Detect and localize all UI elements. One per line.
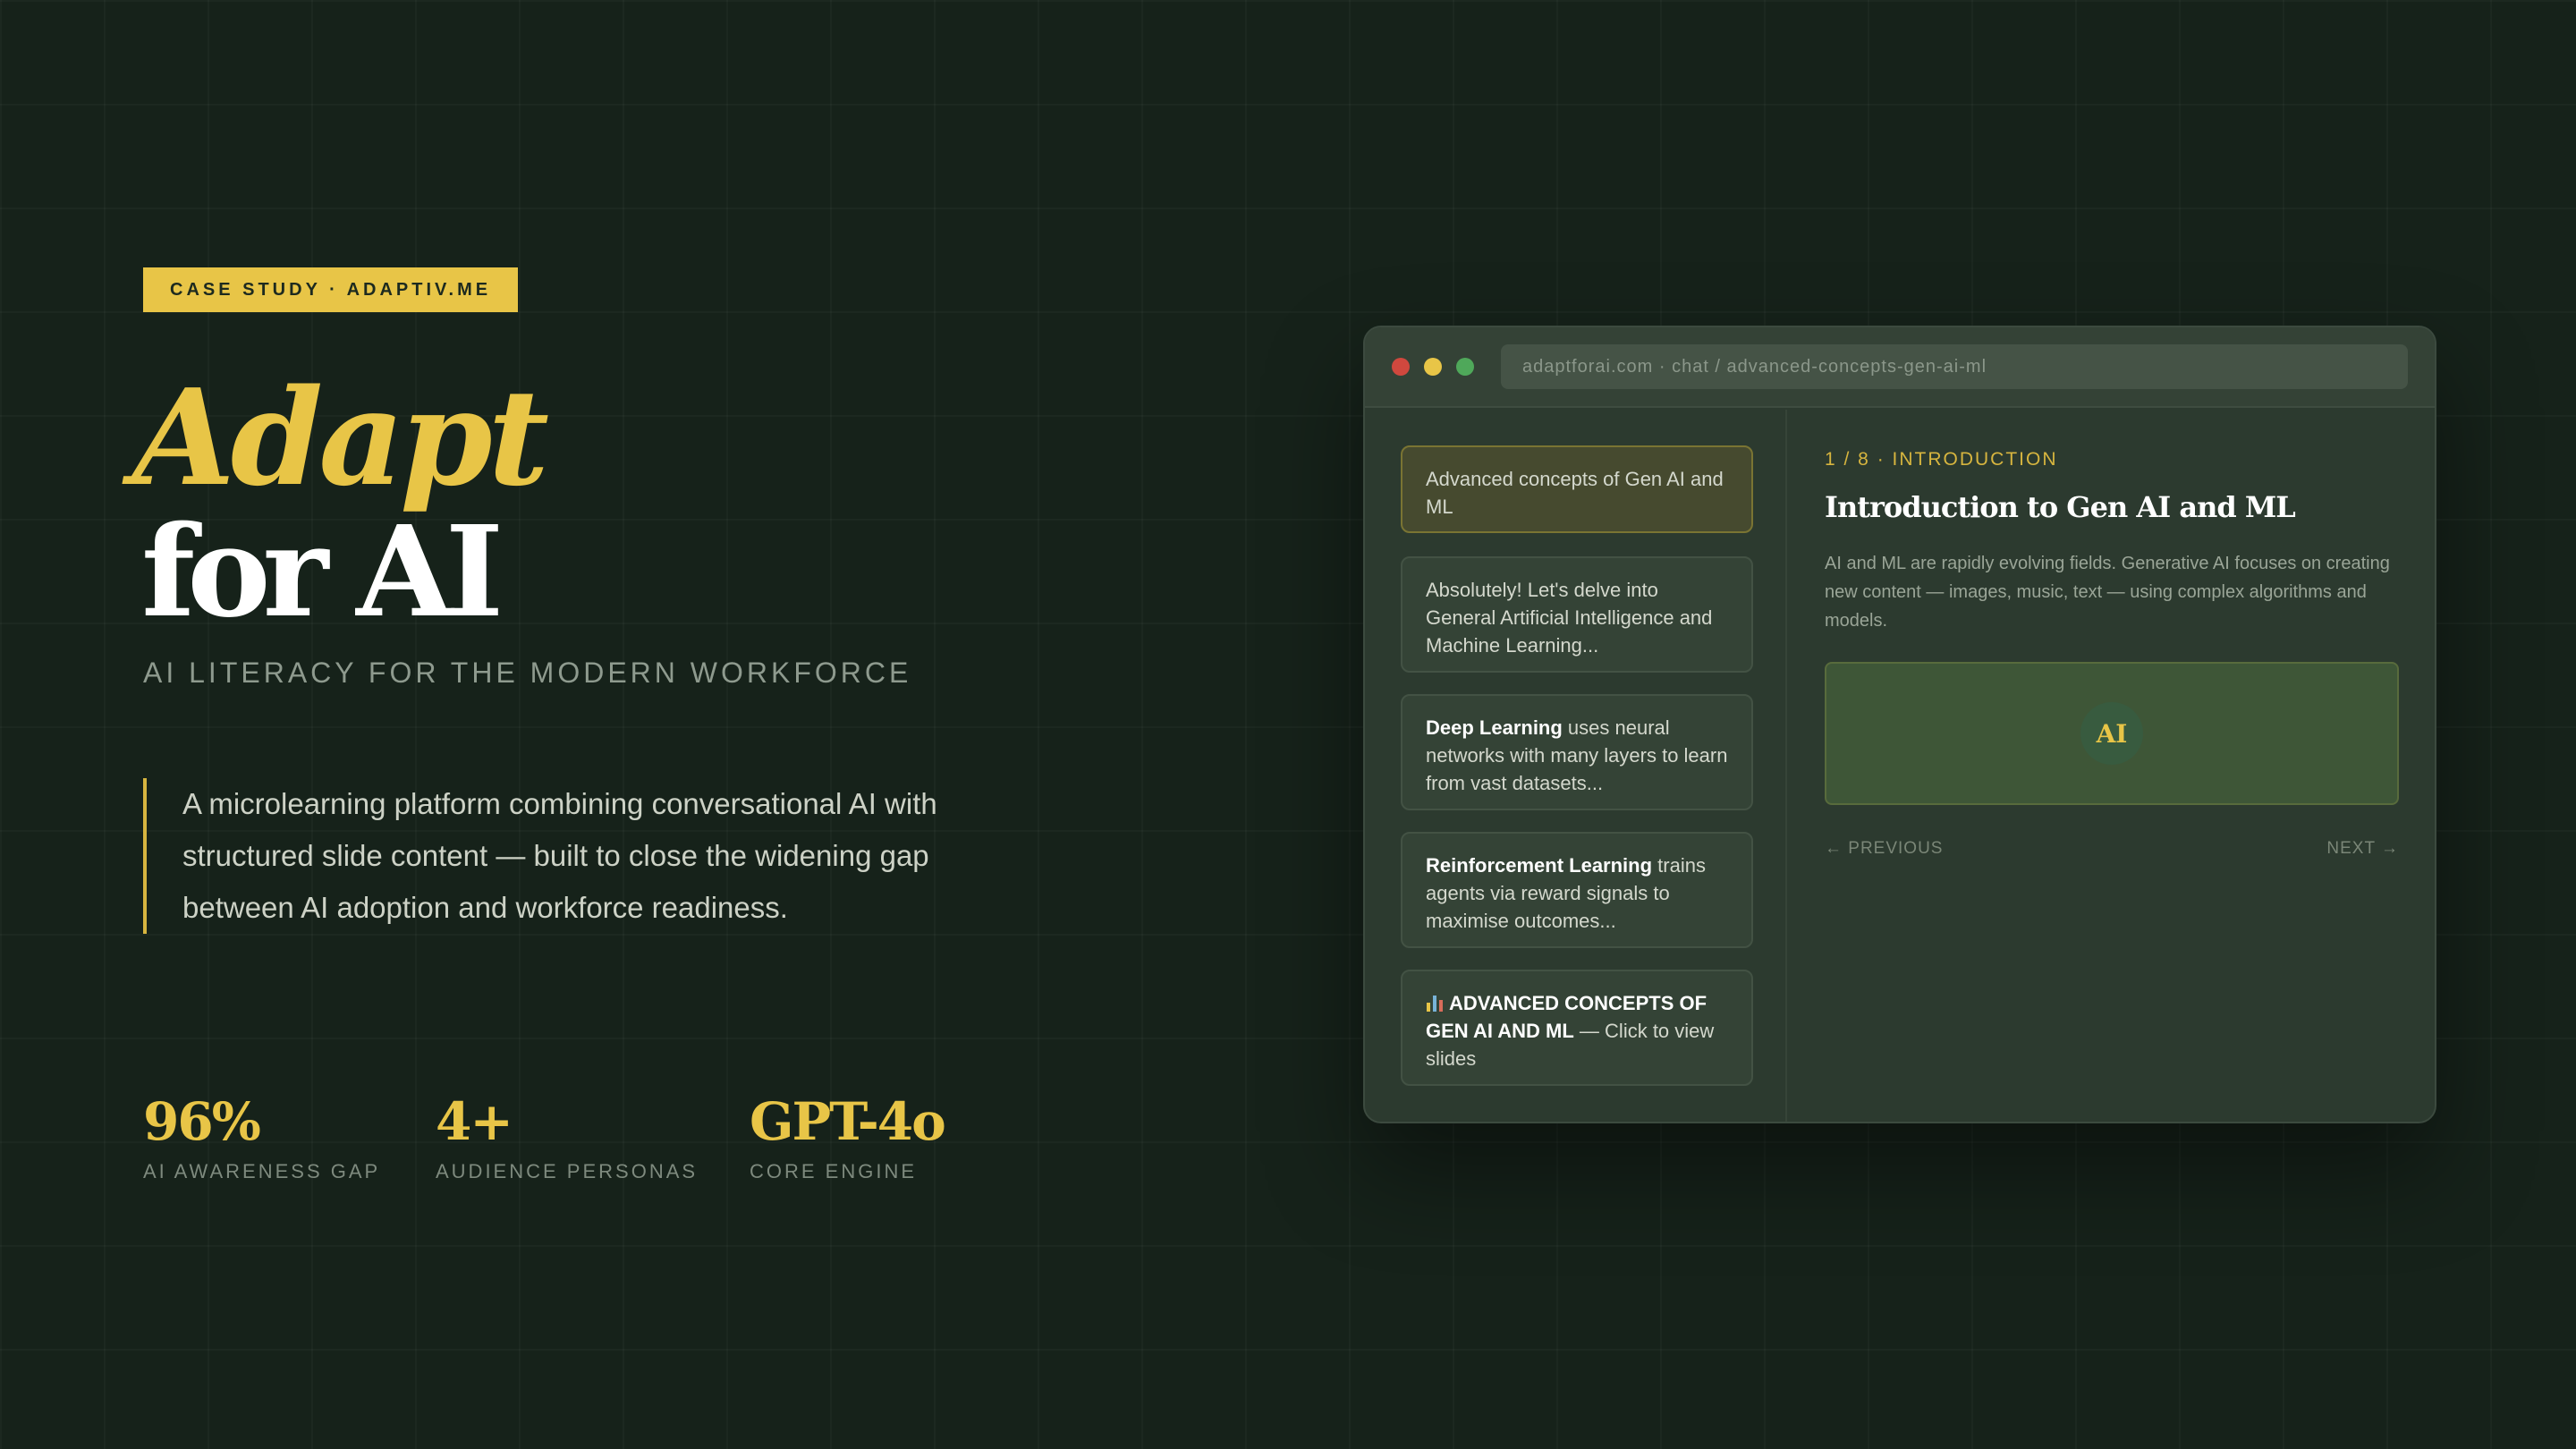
stat-awareness-gap: 96% AI AWARENESS GAP (143, 1096, 380, 1183)
ai-badge-icon: AI (2080, 702, 2143, 765)
chat-message-text: Absolutely! Let's delve into General Art… (1426, 579, 1713, 657)
stat-label: CORE ENGINE (750, 1160, 918, 1182)
chat-message-reinforcement-learning[interactable]: Reinforcement Learning trains agents via… (1401, 832, 1753, 948)
browser-window: adaptforai.com · chat / advanced-concept… (1363, 326, 2436, 1123)
hero-title-for-ai: for AI (141, 499, 504, 646)
slide-panel: 1 / 8 · INTRODUCTION Introduction to Gen… (1825, 410, 2399, 859)
stat-value: GPT-4o (750, 1091, 946, 1152)
stat-value: 4+ (436, 1091, 513, 1152)
hero-description: A microlearning platform combining conve… (143, 778, 966, 934)
browser-toolbar: adaptforai.com · chat / advanced-concept… (1365, 327, 2435, 408)
chat-message-text: Advanced concepts of Gen AI and ML (1426, 468, 1724, 518)
chat-slides-link[interactable]: ADVANCED CONCEPTS OF GEN AI AND ML — Cli… (1401, 970, 1753, 1086)
chat-message-keyword: Reinforcement Learning (1426, 854, 1653, 877)
maximize-window-dot[interactable] (1456, 358, 1474, 376)
slide-body: AI and ML are rapidly evolving fields. G… (1825, 554, 2390, 631)
minimize-window-dot[interactable] (1424, 358, 1442, 376)
slide-title: Introduction to Gen AI and ML (1825, 490, 2296, 524)
chat-message-assistant[interactable]: Absolutely! Let's delve into General Art… (1401, 556, 1753, 673)
chat-message-keyword: Deep Learning (1426, 716, 1563, 739)
stat-label: AUDIENCE PERSONAS (436, 1160, 699, 1182)
case-study-tag: CASE STUDY · ADAPTIV.ME (143, 267, 519, 312)
slide-counter: 1 / 8 · INTRODUCTION (1825, 449, 2058, 470)
previous-slide-button[interactable]: ← PREVIOUS (1825, 839, 1943, 859)
slide-visual: AI (1825, 662, 2399, 805)
next-slide-button[interactable]: NEXT → (2326, 839, 2399, 859)
stat-core-engine: GPT-4o CORE ENGINE (750, 1091, 946, 1183)
chat-panel: Advanced concepts of Gen AI and ML Absol… (1365, 410, 1787, 1122)
stat-audience-personas: 4+ AUDIENCE PERSONAS (436, 1096, 698, 1183)
hero-subtitle: AI LITERACY FOR THE MODERN WORKFORCE (143, 657, 912, 689)
slide-navigation: ← PREVIOUS NEXT → (1825, 839, 2399, 859)
stat-label: AI AWARENESS GAP (143, 1160, 381, 1182)
address-bar[interactable]: adaptforai.com · chat / advanced-concept… (1501, 344, 2408, 389)
bar-chart-icon (1426, 994, 1444, 1012)
chat-message-deep-learning[interactable]: Deep Learning uses neural networks with … (1401, 694, 1753, 810)
chat-message-user[interactable]: Advanced concepts of Gen AI and ML (1401, 445, 1753, 533)
stat-value: 96% (143, 1091, 261, 1152)
close-window-dot[interactable] (1392, 358, 1410, 376)
hero-title-adapt: Adapt (132, 360, 549, 515)
